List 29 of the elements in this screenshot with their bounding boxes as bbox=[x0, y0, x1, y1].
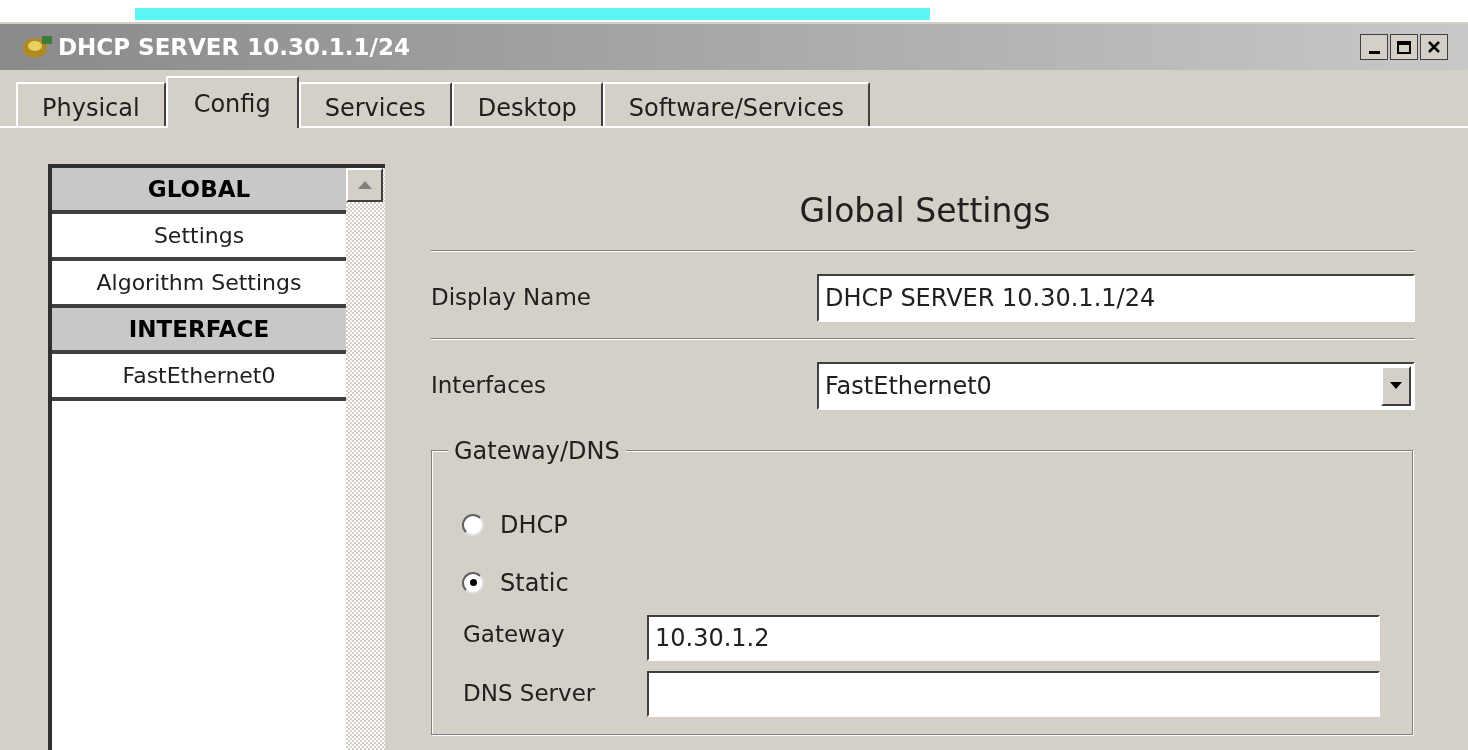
close-button[interactable] bbox=[1420, 34, 1448, 60]
radio-button[interactable] bbox=[462, 571, 484, 594]
field-label: DNS Server bbox=[463, 679, 597, 709]
window-title: DHCP SERVER 10.30.1.1/24 bbox=[58, 32, 410, 62]
sidebar-header[interactable]: INTERFACE bbox=[52, 308, 346, 354]
tab[interactable]: Physical bbox=[16, 82, 166, 126]
field-label: Display Name bbox=[431, 283, 592, 313]
dns-server-field[interactable] bbox=[647, 670, 1380, 717]
radio-button[interactable] bbox=[462, 513, 484, 536]
sidebar-header[interactable]: GLOBAL bbox=[52, 168, 346, 214]
tab[interactable]: Software/Services bbox=[602, 82, 870, 126]
panel-title: Global Settings bbox=[798, 190, 1052, 232]
field-label: Interfaces bbox=[431, 371, 547, 401]
caret-icon bbox=[1390, 382, 1402, 389]
close-icon bbox=[1427, 40, 1441, 54]
display-name-field[interactable]: DHCP SERVER 10.30.1.1/24 bbox=[817, 273, 1415, 322]
scrollbar[interactable] bbox=[346, 168, 385, 750]
gateway-field[interactable]: 10.30.1.2 bbox=[647, 614, 1380, 661]
interfaces-dropdown[interactable]: FastEthernet0 bbox=[817, 361, 1415, 410]
tab[interactable]: Services bbox=[298, 82, 452, 126]
tab[interactable]: Desktop bbox=[451, 82, 603, 126]
up-arrow-icon bbox=[357, 181, 372, 189]
radio-label: Static bbox=[500, 567, 569, 599]
minimize-button[interactable] bbox=[1360, 34, 1388, 60]
radio-label: DHCP bbox=[500, 509, 568, 541]
tab[interactable]: Config bbox=[165, 76, 299, 128]
scroll-up-button[interactable] bbox=[346, 168, 383, 202]
maximize-button[interactable] bbox=[1390, 34, 1418, 60]
field-label: Gateway bbox=[463, 620, 566, 650]
